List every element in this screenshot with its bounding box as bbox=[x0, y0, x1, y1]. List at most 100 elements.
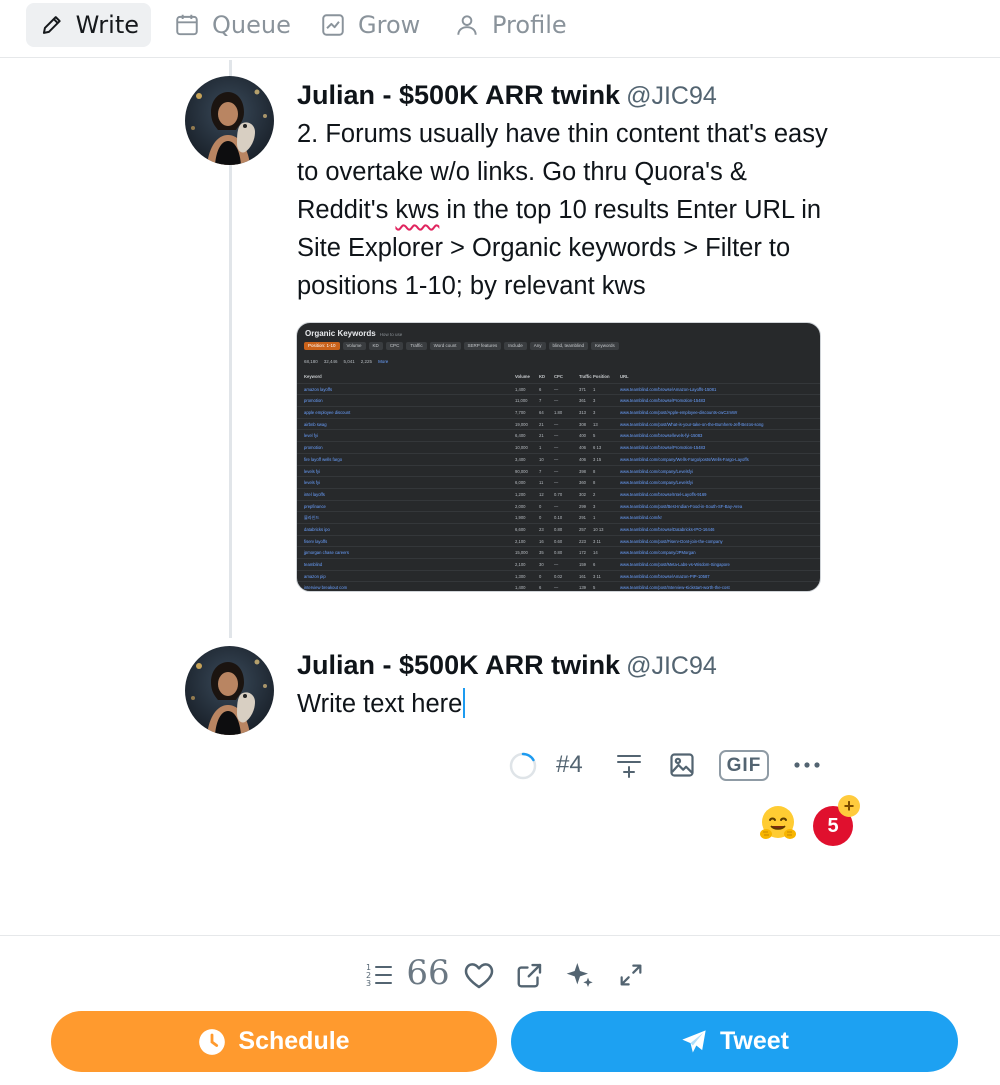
image-filter-bar: Position: 1-10 Volume KD CPC Traffic Word cou… bbox=[304, 342, 619, 350]
spellcheck-flagged-word[interactable]: kws bbox=[395, 196, 439, 224]
compose-textarea[interactable]: Write text here bbox=[297, 685, 466, 723]
calendar-icon bbox=[176, 14, 198, 36]
nav-queue[interactable]: Queue bbox=[160, 3, 303, 47]
add-image-button[interactable] bbox=[667, 750, 697, 780]
image-filter-chip: Keywords bbox=[591, 342, 619, 350]
tweet-text[interactable]: 2. Forums usually have thin content that… bbox=[297, 115, 837, 305]
image-table-cell: Keyword bbox=[304, 374, 322, 379]
expand-icon[interactable] bbox=[614, 958, 648, 992]
avatar[interactable] bbox=[185, 646, 274, 735]
image-table-cell: www.teamblind.com/company/Wells-Fargo/po… bbox=[620, 456, 749, 462]
image-table-cell: 15,000 bbox=[515, 550, 528, 556]
heart-icon[interactable] bbox=[462, 958, 496, 992]
author-name[interactable]: Julian - $500K ARR twink bbox=[297, 650, 620, 680]
image-table-cell: 3,400 bbox=[515, 456, 526, 462]
image-table-row: amazon pip 1,300 0 0.02 161 3 11 www.teamblind… bbox=[297, 569, 820, 582]
image-icon bbox=[670, 753, 694, 777]
schedule-button[interactable]: Schedule bbox=[51, 1011, 497, 1072]
image-table-cell: 398 bbox=[579, 468, 586, 474]
attached-image[interactable]: Organic Keywords How to use Position: 1-1… bbox=[296, 322, 821, 592]
sparkle-ai-icon[interactable] bbox=[563, 958, 597, 992]
nav-grow[interactable]: Grow bbox=[306, 3, 432, 47]
image-table-cell: www.teamblind.com/browse/Promotion-15483 bbox=[620, 445, 706, 451]
thread-number[interactable]: #4 bbox=[556, 748, 583, 782]
image-filter-chip: Any bbox=[529, 342, 546, 350]
image-table-cell: 0 bbox=[539, 515, 542, 521]
image-stat: 2,225 bbox=[360, 359, 373, 364]
nav-write[interactable]: Write bbox=[26, 3, 151, 47]
more-options-button[interactable] bbox=[790, 750, 824, 780]
text-caret bbox=[463, 688, 466, 718]
image-table-cell: www.teamblind.com/browse/Amazon-Layoffs-… bbox=[620, 386, 717, 392]
image-table-cell: amazon layoffs bbox=[304, 386, 333, 392]
image-table-row: fiserv layoffs 2,100 16 0.60 223 3 11 www.team… bbox=[297, 534, 820, 547]
image-table-cell: 21 bbox=[539, 421, 544, 427]
image-table-row: 블라인드 1,900 0 0.10 291 1 www.teamblind.com/kr bbox=[297, 511, 820, 523]
nav-profile[interactable]: Profile bbox=[440, 3, 579, 47]
image-table-row: airbnb swag 19,000 21 — 308 13 www.teamblind.c… bbox=[297, 417, 820, 430]
gif-button[interactable]: GIF bbox=[719, 750, 769, 781]
image-table-cell: promotion bbox=[304, 445, 323, 451]
image-table-cell: CPC bbox=[554, 374, 563, 379]
image-table-cell: 2 bbox=[593, 491, 596, 497]
image-table-cell: 3 11 bbox=[593, 538, 601, 544]
nav-profile-label: Profile bbox=[492, 11, 567, 39]
image-table-row: promotion 10,000 1 — 406 6 13 www.teamblind.co… bbox=[297, 441, 820, 453]
image-table-cell: — bbox=[554, 456, 559, 462]
hugging-face-emoji-button[interactable] bbox=[757, 803, 799, 845]
image-table-cell: — bbox=[554, 503, 559, 509]
quote-icon[interactable]: 66 bbox=[406, 953, 449, 993]
image-table-cell: www.teamblind.com/kr bbox=[620, 515, 662, 521]
image-table-cell: 14 bbox=[593, 550, 598, 556]
tweet-button[interactable]: Tweet bbox=[511, 1011, 958, 1072]
image-table-cell: — bbox=[554, 468, 559, 474]
image-table-cell: 7 bbox=[539, 468, 542, 474]
image-table-cell: 1 bbox=[593, 515, 596, 521]
image-table-cell: 360 bbox=[579, 480, 586, 486]
numbered-list-icon: 1 2 3 bbox=[366, 963, 392, 988]
image-stat: 68,180 bbox=[304, 359, 318, 364]
image-filter-chip: Word count bbox=[429, 342, 461, 350]
image-table-cell: www.teamblind.com/browse/levels-fyi-1508… bbox=[620, 433, 703, 439]
image-table-cell: 90,000 bbox=[515, 468, 528, 474]
image-table-cell: www.teamblind.com/post/Meta-Labs-vs-Wisd… bbox=[620, 562, 730, 567]
image-table-header: Keyword Volume KD CPC Traffic Position URL bbox=[297, 371, 820, 383]
author-handle[interactable]: @JIC94 bbox=[626, 652, 717, 680]
split-tweet-button[interactable] bbox=[614, 750, 644, 780]
image-table-cell: — bbox=[554, 480, 559, 486]
avatar[interactable] bbox=[185, 76, 274, 165]
image-table-cell: 0 bbox=[539, 573, 542, 579]
chart-icon bbox=[322, 14, 344, 36]
share-icon[interactable] bbox=[513, 958, 547, 992]
image-stat: 32,446 bbox=[323, 359, 338, 364]
image-table-row: levels fyi 90,000 7 — 398 8 www.teamblind.com/… bbox=[297, 464, 820, 477]
image-table-cell: 1.80 bbox=[554, 410, 563, 416]
author-handle[interactable]: @JIC94 bbox=[626, 82, 717, 110]
nav-write-label: Write bbox=[75, 11, 139, 39]
image-table-cell: 7,700 bbox=[515, 410, 526, 416]
image-table-row: apple employee discount 7,700 64 1.80 313 3 ww… bbox=[297, 406, 820, 418]
image-table-cell: 1,300 bbox=[515, 573, 526, 579]
image-table-cell: 10,000 bbox=[515, 445, 528, 451]
image-table-row: databricks ipo 6,600 23 0.80 257 10 13 www.tea… bbox=[297, 522, 820, 535]
numbered-list-button[interactable]: 1 2 3 bbox=[362, 958, 396, 992]
author-name[interactable]: Julian - $500K ARR twink bbox=[297, 80, 620, 110]
split-icon bbox=[617, 755, 641, 778]
image-table-cell: 6 bbox=[539, 386, 542, 392]
image-table-cell: 139 bbox=[579, 585, 586, 591]
image-table-cell: promotion bbox=[304, 398, 323, 404]
top-nav: Write Queue Grow Profile bbox=[0, 0, 1000, 58]
badge-plus-icon[interactable]: + bbox=[838, 795, 860, 817]
image-table-cell: 13 bbox=[593, 421, 598, 427]
image-filter-chip: blind, teamblind bbox=[548, 342, 589, 350]
nav-queue-label: Queue bbox=[212, 11, 291, 39]
image-table-cell: 2,100 bbox=[515, 538, 526, 544]
image-table-cell: 1,900 bbox=[515, 515, 526, 521]
image-table-cell: www.teamblind.com/post/What-is-your-take… bbox=[620, 421, 764, 427]
image-table-cell: — bbox=[554, 445, 559, 451]
image-table-cell: 3 15 bbox=[593, 456, 602, 462]
image-table-cell: 6 bbox=[593, 562, 596, 567]
image-table-row: prepfinance 2,000 0 — 299 3 www.teamblind.com/… bbox=[297, 499, 820, 512]
image-table-cell: 블라인드 bbox=[304, 515, 320, 521]
image-table-cell: levels fyi bbox=[304, 468, 321, 474]
